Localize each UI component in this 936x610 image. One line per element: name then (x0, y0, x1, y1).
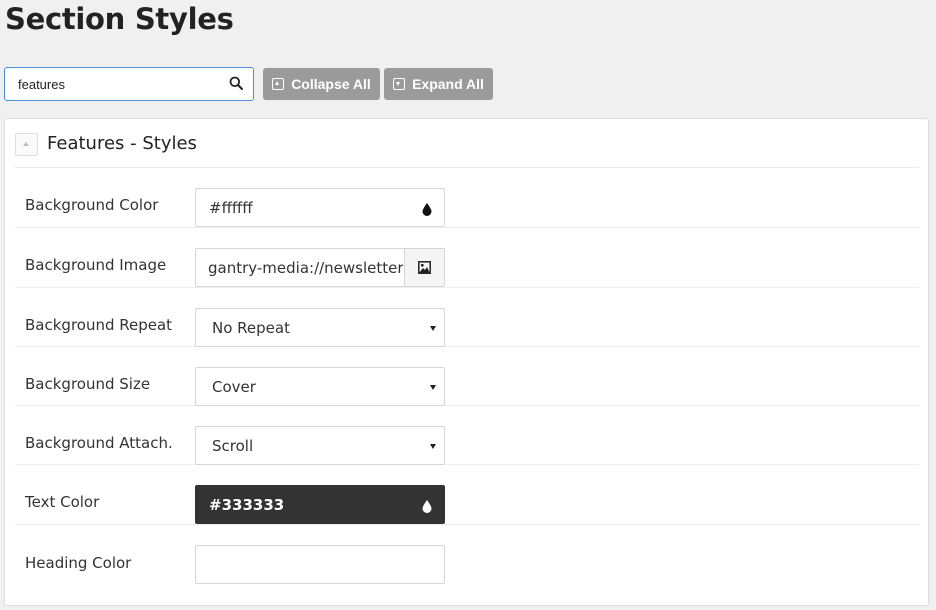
chevron-down-icon (430, 326, 436, 331)
field-row-text-color: Text Color #333333 (15, 465, 919, 525)
field-row-heading-color: Heading Color (15, 525, 919, 585)
search-box[interactable] (4, 67, 254, 101)
collapse-all-icon (272, 78, 285, 90)
field-value: #ffffff (209, 199, 253, 217)
field-row-background-image: Background Image gantry-media://newslett… (15, 228, 919, 288)
image-icon (418, 261, 431, 274)
background-size-select[interactable]: Cover (195, 367, 445, 406)
expand-all-button[interactable]: Expand All (384, 68, 493, 100)
chevron-down-icon (430, 385, 436, 390)
droplet-icon[interactable] (422, 500, 432, 513)
field-label: Background Image (25, 256, 167, 274)
search-input[interactable] (5, 68, 225, 100)
background-attachment-select[interactable]: Scroll (195, 426, 445, 465)
field-label: Background Attach. (25, 434, 173, 452)
text-color-input[interactable]: #333333 (195, 485, 445, 524)
field-label: Heading Color (25, 554, 132, 572)
field-value: #333333 (209, 496, 285, 514)
selected-value: Scroll (212, 437, 254, 455)
panel-header: Features - Styles (15, 119, 919, 168)
chevron-down-icon (430, 444, 436, 449)
droplet-icon[interactable] (422, 203, 432, 216)
background-color-input[interactable]: #ffffff (195, 188, 445, 227)
collapse-all-label: Collapse All (291, 76, 371, 92)
selected-value: No Repeat (212, 319, 290, 337)
background-repeat-select[interactable]: No Repeat (195, 308, 445, 347)
collapse-all-button[interactable]: Collapse All (263, 68, 380, 100)
expand-all-icon (393, 78, 406, 90)
styles-panel: Features - Styles Background Color #ffff… (4, 118, 929, 606)
background-image-input[interactable]: gantry-media://newsletter. (195, 248, 445, 287)
page-title: Section Styles (5, 2, 234, 36)
field-label: Background Repeat (25, 316, 173, 334)
expand-all-label: Expand All (412, 76, 484, 92)
field-label: Background Color (25, 196, 159, 214)
field-row-background-repeat: Background Repeat No Repeat (15, 288, 919, 347)
panel-title: Features - Styles (47, 133, 197, 154)
field-value: gantry-media://newsletter. (208, 259, 403, 277)
heading-color-input[interactable] (195, 545, 445, 584)
field-row-background-color: Background Color #ffffff (15, 168, 919, 228)
search-icon[interactable] (229, 76, 243, 90)
field-label: Text Color (25, 493, 100, 511)
media-picker-button[interactable] (404, 249, 444, 286)
field-row-background-size: Background Size Cover (15, 347, 919, 406)
field-row-background-attachment: Background Attach. Scroll (15, 406, 919, 465)
panel-collapse-toggle[interactable] (15, 133, 38, 156)
field-label: Background Size (25, 375, 151, 393)
selected-value: Cover (212, 378, 256, 396)
